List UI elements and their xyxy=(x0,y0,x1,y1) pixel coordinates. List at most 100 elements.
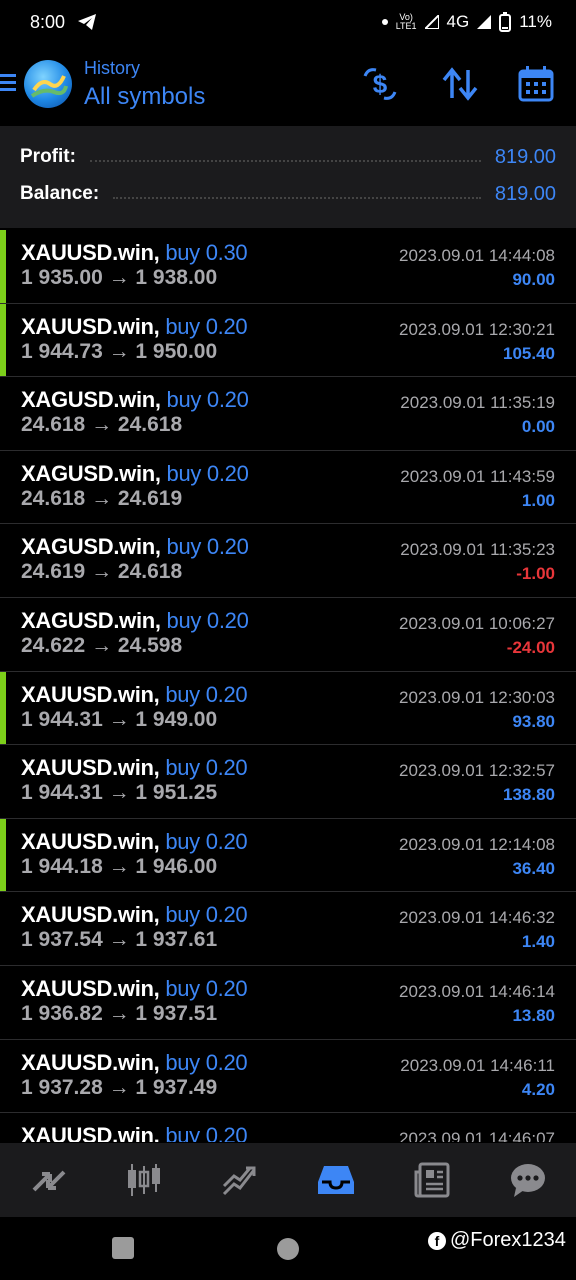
trade-prices: 1 937.54 → 1 937.61 xyxy=(21,928,218,952)
trade-symbol: XAUUSD.win, buy 0.20 xyxy=(21,681,248,708)
watermark: f @Forex1234 xyxy=(428,1229,566,1252)
system-nav: f @Forex1234 xyxy=(0,1217,576,1280)
trade-prices: 24.622 → 24.598 xyxy=(21,633,183,657)
trade-type: buy 0.20 xyxy=(166,534,249,560)
recents-button[interactable] xyxy=(112,1237,134,1259)
trade-prices: 1 935.00 → 1 938.00 xyxy=(21,266,218,289)
trade-time: 2023.09.01 12:32:57 xyxy=(399,761,555,781)
trade-type: buy 0.20 xyxy=(165,1123,248,1142)
svg-text:$: $ xyxy=(373,69,388,99)
chart-icon xyxy=(128,1164,160,1196)
symbol-name: XAUUSD.win, xyxy=(21,828,160,854)
trade-row[interactable]: XAUUSD.win, buy 0.20 1 944.31 → 1 949.00 2… xyxy=(0,671,576,746)
trade-row[interactable]: XAGUSD.win, buy 0.20 24.619 → 24.618 2023.… xyxy=(0,524,576,598)
symbol-name: XAUUSD.win, xyxy=(21,1123,160,1142)
sort-icon[interactable] xyxy=(440,64,480,104)
nav-trade[interactable] xyxy=(210,1150,270,1210)
trade-prices: 24.619 → 24.618 xyxy=(21,560,183,584)
nav-chart[interactable] xyxy=(114,1150,174,1210)
trade-profit: 4.20 xyxy=(521,1079,555,1099)
closed-marker xyxy=(0,303,6,377)
profit-label: Profit: xyxy=(20,146,76,167)
trade-row[interactable]: XAUUSD.win, buy 0.20 1 937.54 → 1 937.61 2… xyxy=(0,892,576,966)
symbol-name: XAGUSD.win, xyxy=(21,460,161,486)
app-header: History All symbols $ xyxy=(0,44,576,126)
trade-profit: 0.00 xyxy=(521,417,555,437)
trade-symbol: XAGUSD.win, buy 0.20 xyxy=(21,534,249,560)
trade-type: buy 0.20 xyxy=(166,387,249,413)
trade-time: 2023.09.01 10:06:27 xyxy=(399,613,555,633)
trade-prices: 1 944.31 → 1 951.25 xyxy=(21,781,218,805)
trade-row[interactable]: XAUUSD.win, buy 0.20 2023.09.01 14:46:07 xyxy=(0,1113,576,1142)
closed-marker xyxy=(0,230,6,303)
history-icon xyxy=(318,1166,354,1194)
trade-row[interactable]: XAUUSD.win, buy 0.20 1 937.28 → 1 937.49 2… xyxy=(0,1040,576,1114)
trade-type: buy 0.20 xyxy=(165,681,248,707)
trade-time: 2023.09.01 11:35:19 xyxy=(400,393,555,413)
trade-prices: 1 944.73 → 1 950.00 xyxy=(21,339,218,363)
trade-profit: 13.80 xyxy=(512,1005,555,1025)
news-icon xyxy=(414,1162,450,1198)
trade-time: 2023.09.01 14:46:11 xyxy=(400,1055,555,1075)
trade-type: buy 0.30 xyxy=(165,240,248,265)
trade-profit: 1.40 xyxy=(521,932,555,952)
calendar-icon[interactable] xyxy=(516,64,556,104)
balance-row: Balance: 819.00 xyxy=(20,176,556,212)
app-logo xyxy=(24,60,72,108)
home-button[interactable] xyxy=(277,1238,299,1260)
trade-row[interactable]: XAGUSD.win, buy 0.20 24.618 → 24.619 2023.… xyxy=(0,451,576,525)
trade-symbol: XAUUSD.win, buy 0.20 xyxy=(21,1123,248,1142)
trade-type: buy 0.20 xyxy=(166,607,249,633)
quotes-icon xyxy=(32,1170,66,1192)
nav-news[interactable] xyxy=(402,1150,462,1210)
signal-icon-2 xyxy=(477,15,492,29)
trade-symbol: XAGUSD.win, buy 0.20 xyxy=(21,461,249,487)
profit-value: 819.00 xyxy=(494,145,556,168)
header-title[interactable]: All symbols xyxy=(84,80,205,114)
trade-row[interactable]: XAUUSD.win, buy 0.30 1 935.00 → 1 938.00 2… xyxy=(0,230,576,304)
trade-time: 2023.09.01 14:44:08 xyxy=(399,246,555,265)
trade-profit: 93.80 xyxy=(512,711,555,731)
volte-icon: Vo) LTE1 xyxy=(395,12,417,31)
trade-profit: 90.00 xyxy=(512,270,555,289)
trade-row[interactable]: XAUUSD.win, buy 0.20 1 944.73 → 1 950.00 2… xyxy=(0,303,576,378)
trade-row[interactable]: XAUUSD.win, buy 0.20 1 944.31 → 1 951.25 2… xyxy=(0,745,576,819)
battery-level: 11% xyxy=(519,12,552,31)
trade-time: 2023.09.01 12:30:21 xyxy=(399,319,555,339)
trade-type: buy 0.20 xyxy=(165,975,248,1001)
trade-row[interactable]: XAUUSD.win, buy 0.20 1 944.18 → 1 946.00 2… xyxy=(0,818,576,893)
closed-marker xyxy=(0,818,6,892)
dollar-swap-icon[interactable]: $ xyxy=(360,64,400,104)
trade-prices: 1 937.28 → 1 937.49 xyxy=(21,1075,218,1099)
symbol-name: XAUUSD.win, xyxy=(21,681,160,707)
nav-history[interactable] xyxy=(306,1150,366,1210)
trade-row[interactable]: XAGUSD.win, buy 0.20 24.618 → 24.618 2023.… xyxy=(0,377,576,451)
status-bar: 8:00 Vo) LTE1 4G 11% xyxy=(0,0,576,44)
trade-symbol: XAGUSD.win, buy 0.20 xyxy=(21,387,249,413)
balance-value: 819.00 xyxy=(494,182,556,205)
nav-chat[interactable] xyxy=(498,1150,558,1210)
facebook-icon: f xyxy=(428,1231,446,1250)
trade-time: 2023.09.01 11:35:23 xyxy=(400,540,555,560)
nav-quotes[interactable] xyxy=(18,1150,78,1210)
symbol-name: XAUUSD.win, xyxy=(21,975,160,1001)
menu-icon[interactable] xyxy=(0,72,16,94)
closed-marker xyxy=(0,671,6,745)
trade-list[interactable]: XAUUSD.win, buy 0.30 1 935.00 → 1 938.00 2… xyxy=(0,230,576,1142)
trade-prices: 1 944.18 → 1 946.00 xyxy=(21,854,218,878)
symbol-name: XAGUSD.win, xyxy=(21,387,161,413)
symbol-name: XAUUSD.win, xyxy=(21,902,160,928)
trade-profit: 105.40 xyxy=(503,343,555,363)
battery-icon xyxy=(499,12,512,32)
balance-label: Balance: xyxy=(20,183,100,204)
symbol-name: XAUUSD.win, xyxy=(21,240,160,265)
trade-row[interactable]: XAGUSD.win, buy 0.20 24.622 → 24.598 2023.… xyxy=(0,598,576,672)
trade-prices: 1 944.31 → 1 949.00 xyxy=(21,707,218,731)
trade-type: buy 0.20 xyxy=(165,755,248,781)
trade-profit: 36.40 xyxy=(512,858,555,878)
trade-row[interactable]: XAUUSD.win, buy 0.20 1 936.82 → 1 937.51 2… xyxy=(0,966,576,1040)
trade-symbol: XAUUSD.win, buy 0.20 xyxy=(21,314,248,340)
telegram-icon xyxy=(78,14,97,30)
trade-time: 2023.09.01 14:46:14 xyxy=(399,981,555,1001)
trade-symbol: XAGUSD.win, buy 0.20 xyxy=(21,608,249,634)
